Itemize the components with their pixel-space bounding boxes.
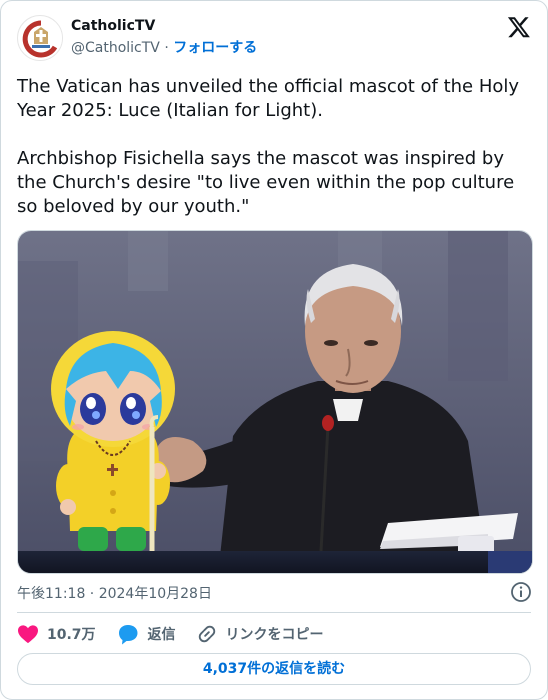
tweet-header: CatholicTV @CatholicTV · フォローする (17, 13, 533, 61)
tweet-photo[interactable] (17, 230, 533, 574)
author-handle[interactable]: @CatholicTV (71, 40, 160, 56)
author-display-name[interactable]: CatholicTV (71, 17, 257, 35)
x-logo-icon[interactable] (507, 15, 531, 39)
follow-button[interactable]: フォローする (173, 40, 257, 56)
photo-mascot-and-archbishop (18, 231, 532, 573)
like-button[interactable]: 10.7万 (17, 624, 96, 644)
tweet-card: CatholicTV @CatholicTV · フォローする The Vati… (0, 0, 548, 700)
reply-bubble-icon (118, 625, 138, 645)
tweet-timestamp[interactable]: 午後11:18 · 2024年10月28日 (17, 584, 212, 604)
handle-separator: · (164, 40, 169, 56)
author-names: CatholicTV @CatholicTV · フォローする (71, 17, 257, 58)
info-icon[interactable] (510, 581, 532, 603)
heart-icon (18, 625, 38, 644)
read-replies-button[interactable]: 4,037件の返信を読む (17, 653, 531, 685)
action-bar: 10.7万 返信 リンクをコピー (17, 621, 344, 647)
tweet-text: The Vatican has unveiled the official ma… (17, 75, 533, 219)
reply-label: 返信 (147, 627, 176, 643)
like-count: 10.7万 (47, 627, 96, 643)
author-avatar[interactable] (17, 15, 63, 61)
catholictv-logo (19, 17, 62, 60)
copy-link-label: リンクをコピー (225, 627, 324, 643)
tweet-paragraph-1: The Vatican has unveiled the official ma… (17, 76, 520, 121)
divider (17, 612, 531, 613)
author-handle-row: @CatholicTV · フォローする (71, 38, 257, 58)
tweet-paragraph-2: Archbishop Fisichella says the mascot wa… (17, 148, 515, 217)
copy-link-button[interactable]: リンクをコピー (196, 623, 324, 645)
reply-button[interactable]: 返信 (116, 623, 176, 645)
link-icon (198, 625, 215, 643)
